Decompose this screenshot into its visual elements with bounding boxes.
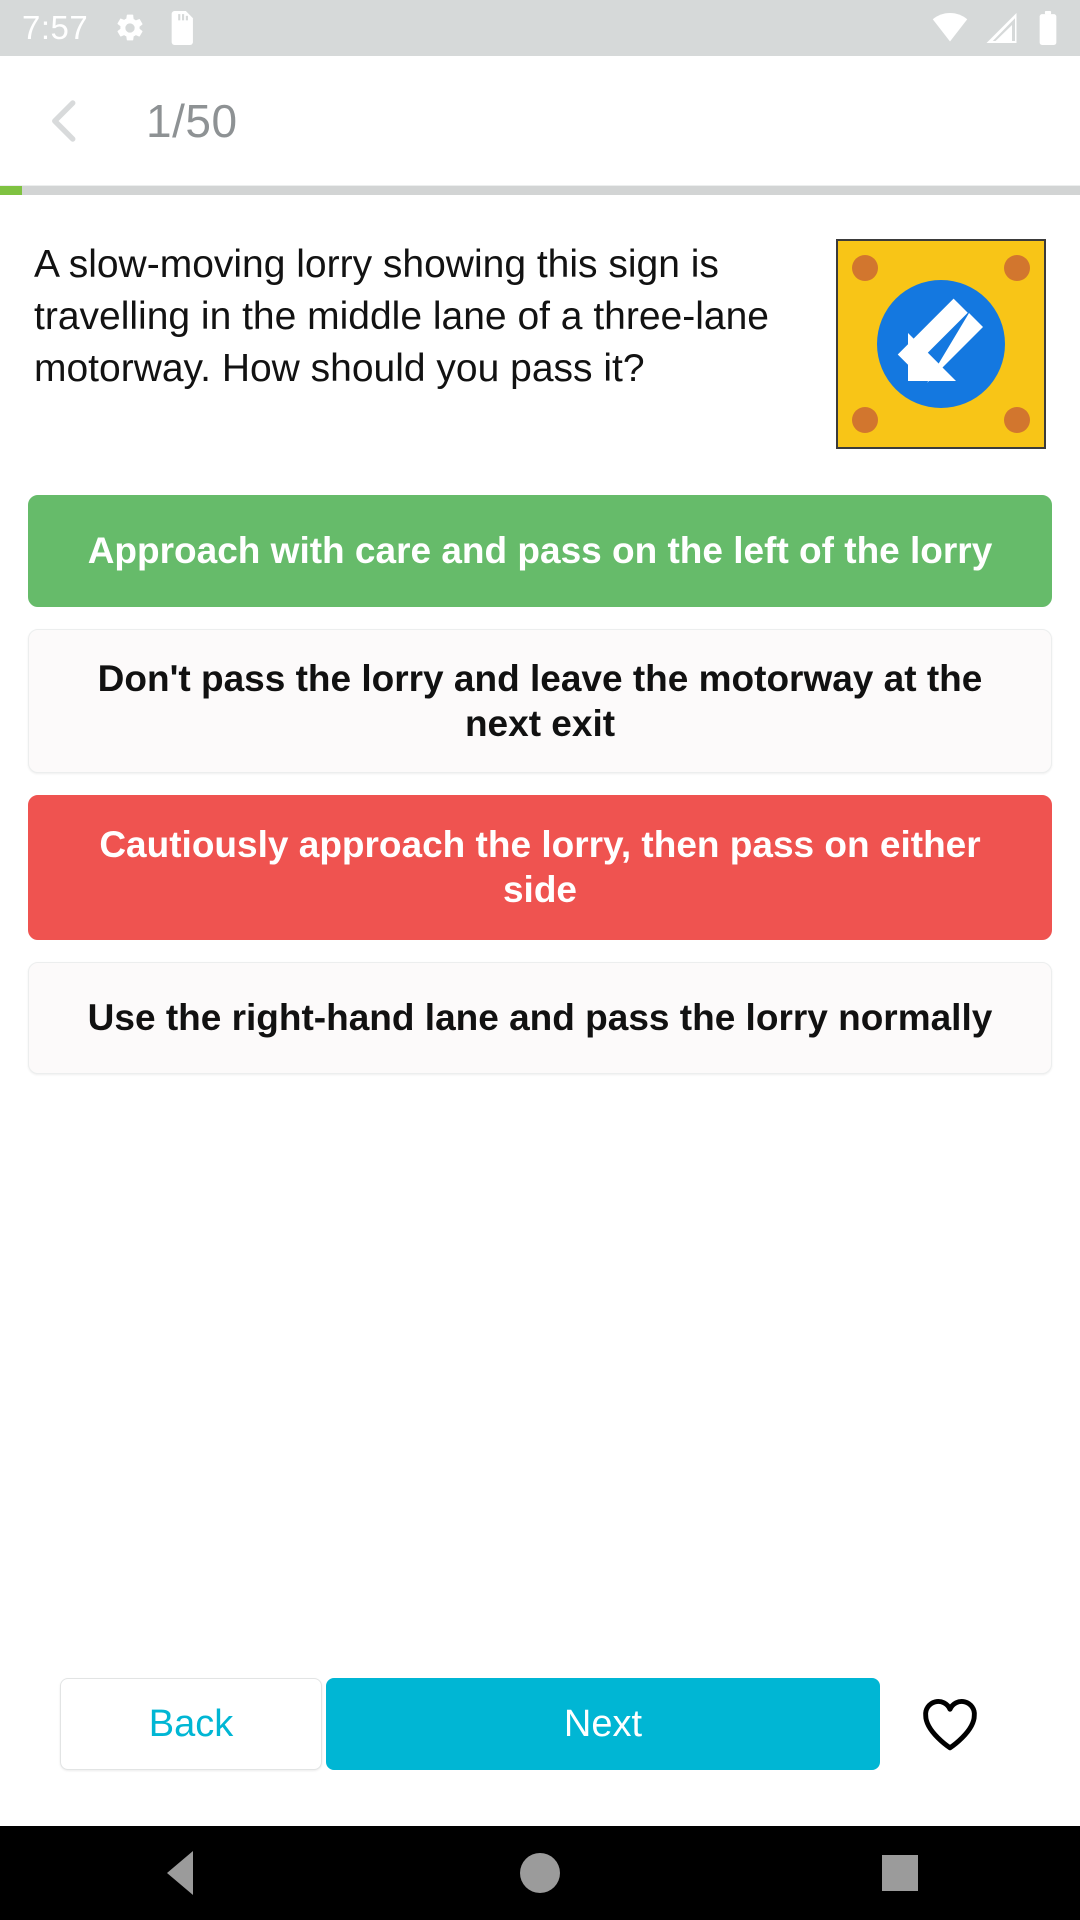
down-left-arrow-icon <box>897 298 983 383</box>
android-recents-button[interactable] <box>840 1826 960 1920</box>
answer-option-label: Cautiously approach the lorry, then pass… <box>99 824 981 911</box>
quiz-progress-bar <box>0 186 1080 195</box>
sd-card-icon <box>168 11 198 45</box>
question-row: A slow-moving lorry showing this sign is… <box>26 195 1054 449</box>
status-bar-clock: 7:57 <box>22 9 89 46</box>
answer-option-2[interactable]: Don't pass the lorry and leave the motor… <box>28 629 1052 774</box>
status-bar: 7:57 <box>0 0 1080 56</box>
answer-option-1[interactable]: Approach with care and pass on the left … <box>28 495 1052 607</box>
question-content: A slow-moving lorry showing this sign is… <box>0 195 1080 1826</box>
app-root: 7:57 1/50 A slow-moving lorry showing th… <box>0 0 1080 1920</box>
answer-option-label: Use the right-hand lane and pass the lor… <box>87 996 993 1038</box>
triangle-back-icon <box>167 1851 193 1895</box>
quiz-footer: Back Next <box>0 1678 1080 1770</box>
square-recents-icon <box>882 1855 918 1891</box>
page-title: 1/50 <box>146 94 238 147</box>
answer-option-3[interactable]: Cautiously approach the lorry, then pass… <box>28 795 1052 940</box>
android-navigation-bar <box>0 1826 1080 1920</box>
gear-icon <box>114 12 146 44</box>
status-bar-left-icons <box>114 11 198 45</box>
wifi-icon <box>932 13 968 43</box>
next-nav-button[interactable]: Next <box>326 1678 880 1770</box>
app-bar: 1/50 <box>0 56 1080 186</box>
battery-icon <box>1038 11 1058 45</box>
answer-option-label: Don't pass the lorry and leave the motor… <box>97 658 983 745</box>
favorite-button[interactable] <box>880 1695 1020 1753</box>
answer-option-4[interactable]: Use the right-hand lane and pass the lor… <box>28 961 1052 1074</box>
question-text: A slow-moving lorry showing this sign is… <box>34 243 769 390</box>
back-nav-button[interactable]: Back <box>60 1678 322 1770</box>
android-back-button[interactable] <box>120 1826 240 1920</box>
android-home-button[interactable] <box>480 1826 600 1920</box>
status-bar-right-icons <box>932 11 1058 45</box>
circle-home-icon <box>520 1853 560 1893</box>
back-button[interactable] <box>34 89 98 153</box>
answer-option-label: Approach with care and pass on the left … <box>87 530 993 572</box>
question-image-wrap <box>836 239 1046 449</box>
heart-outline-icon <box>923 1699 977 1751</box>
quiz-progress-fill <box>0 186 22 195</box>
answer-list: Approach with care and pass on the left … <box>26 495 1054 1074</box>
signal-icon <box>986 13 1020 43</box>
road-sign-image <box>836 239 1046 449</box>
